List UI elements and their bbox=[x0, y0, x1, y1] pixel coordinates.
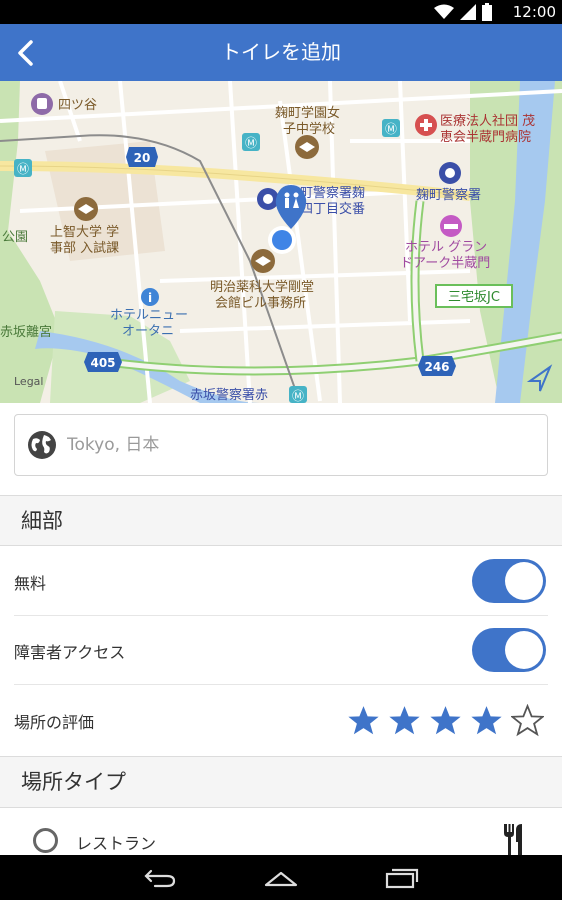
svg-text:Ⓜ: Ⓜ bbox=[292, 389, 304, 403]
restaurant-label: レストラン bbox=[76, 834, 157, 853]
place-type-section-header: 場所タイプ bbox=[0, 756, 562, 808]
star-empty-icon[interactable] bbox=[511, 704, 544, 737]
map-label-sophia-2: 事部 入試課 bbox=[50, 240, 119, 256]
details-section-header: 細部 bbox=[0, 496, 562, 546]
location-field[interactable] bbox=[14, 414, 548, 476]
place-type-section-title: 場所タイプ bbox=[21, 770, 126, 794]
route-shield-405: 405 bbox=[84, 352, 122, 372]
free-label: 無料 bbox=[14, 574, 47, 593]
free-toggle[interactable] bbox=[472, 559, 546, 603]
location-input[interactable] bbox=[67, 435, 507, 455]
route-shield-246: 246 bbox=[418, 356, 456, 376]
app-bar: トイレを追加 bbox=[0, 24, 562, 81]
police-marker-icon bbox=[439, 162, 461, 184]
svg-text:Ⓜ: Ⓜ bbox=[245, 136, 257, 150]
police-marker-icon bbox=[257, 188, 279, 210]
battery-icon bbox=[482, 3, 492, 21]
svg-text:405: 405 bbox=[90, 356, 115, 370]
svg-text:Ⓜ: Ⓜ bbox=[17, 162, 29, 176]
svg-text:20: 20 bbox=[134, 151, 151, 165]
map-label-school-1: 麹町学園女 bbox=[275, 105, 340, 121]
back-nav-icon bbox=[144, 869, 176, 888]
school-marker-icon bbox=[74, 197, 98, 221]
map-label-meiji-2: 会館ビル事務所 bbox=[215, 296, 306, 311]
page-title: トイレを追加 bbox=[221, 40, 341, 64]
restaurant-radio[interactable] bbox=[33, 828, 58, 853]
toggle-knob bbox=[505, 631, 543, 669]
svg-text:i: i bbox=[148, 291, 152, 305]
school-marker-icon bbox=[251, 249, 275, 273]
rating-row: 場所の評価 bbox=[0, 685, 562, 756]
wifi-icon bbox=[434, 4, 454, 19]
map-label-meiji-1: 明治薬科大学剛堂 bbox=[210, 279, 314, 295]
globe-icon bbox=[28, 431, 56, 459]
current-location-marker bbox=[268, 226, 296, 254]
map-label-hospital-1: 医療法人社団 茂 bbox=[440, 113, 535, 129]
star-filled-icon[interactable] bbox=[429, 704, 462, 737]
star-filled-icon[interactable] bbox=[347, 704, 380, 737]
svg-text:三宅坂JC: 三宅坂JC bbox=[448, 290, 500, 305]
clock: 12:00 bbox=[512, 3, 556, 21]
info-marker-icon: i bbox=[141, 288, 159, 306]
accessible-toggle[interactable] bbox=[472, 628, 546, 672]
map-label-police-1-b: 四丁目交番 bbox=[300, 201, 365, 217]
subway-marker-icon: Ⓜ bbox=[289, 386, 307, 403]
junction-sign-sanyazaka: 三宅坂JC bbox=[435, 284, 513, 308]
svg-text:246: 246 bbox=[424, 360, 449, 374]
hospital-marker-icon bbox=[415, 114, 437, 136]
map-label-yotsuya: 四ツ谷 bbox=[58, 98, 97, 113]
svg-text:Ⓜ: Ⓜ bbox=[385, 122, 397, 136]
star-filled-icon[interactable] bbox=[388, 704, 421, 737]
map-label-hotel-1-a: ホテル グラン bbox=[405, 240, 487, 255]
map-label-hospital-2: 恵会半蔵門病院 bbox=[440, 130, 531, 145]
place-type-option-restaurant[interactable]: レストラン bbox=[0, 808, 562, 856]
map-label-school-2: 子中学校 bbox=[283, 121, 335, 137]
details-section-title: 細部 bbox=[21, 509, 63, 533]
home-nav-icon bbox=[264, 871, 298, 887]
map-legal-link[interactable]: Legal bbox=[14, 375, 43, 388]
free-row: 無料 bbox=[0, 546, 562, 616]
map-label-sophia-1: 上智大学 学 bbox=[50, 224, 119, 240]
map-view[interactable]: 四ツ谷 麹町学園女 子中学校 医療法人社団 茂 恵会半蔵門病院 上智大学 学 事… bbox=[0, 81, 562, 403]
map-label-hotel-2-b: オータニ bbox=[122, 324, 174, 339]
map-label-hotel-2-a: ホテルニュー bbox=[110, 308, 188, 323]
fork-knife-icon bbox=[504, 824, 522, 856]
subway-marker-icon: Ⓜ bbox=[14, 159, 32, 177]
nav-home-button[interactable] bbox=[261, 863, 301, 893]
school-marker-icon bbox=[295, 135, 319, 159]
location-section bbox=[0, 403, 562, 496]
map-label-koen: 公園 bbox=[2, 230, 28, 245]
status-bar: 12:00 bbox=[0, 0, 562, 24]
rating-stars bbox=[347, 704, 544, 737]
subway-marker-icon: Ⓜ bbox=[242, 133, 260, 151]
subway-marker-icon: Ⓜ bbox=[382, 119, 400, 137]
star-filled-icon[interactable] bbox=[470, 704, 503, 737]
map-label-akasaka-police: 赤坂警察署赤 bbox=[190, 387, 268, 403]
train-station-icon bbox=[31, 93, 53, 115]
recents-nav-icon bbox=[385, 868, 419, 889]
accessible-label: 障害者アクセス bbox=[14, 643, 126, 662]
cell-signal-icon bbox=[460, 4, 476, 20]
route-shield-20: 20 bbox=[126, 147, 158, 167]
accessible-row: 障害者アクセス bbox=[0, 616, 562, 685]
toggle-knob bbox=[505, 562, 543, 600]
map-label-akasaka-palace: 赤坂離宮 bbox=[0, 324, 52, 340]
map-label-police-2: 麹町警察署 bbox=[416, 187, 481, 203]
nav-recents-button[interactable] bbox=[382, 863, 422, 893]
map-canvas[interactable]: 四ツ谷 麹町学園女 子中学校 医療法人社団 茂 恵会半蔵門病院 上智大学 学 事… bbox=[0, 81, 562, 403]
map-label-hotel-1-b: ドアーク半蔵門 bbox=[400, 256, 490, 271]
status-icons bbox=[434, 3, 492, 21]
hotel-marker-icon bbox=[440, 215, 462, 237]
nav-back-button[interactable] bbox=[140, 863, 180, 893]
system-nav-bar bbox=[0, 855, 562, 900]
rating-label: 場所の評価 bbox=[14, 713, 95, 732]
